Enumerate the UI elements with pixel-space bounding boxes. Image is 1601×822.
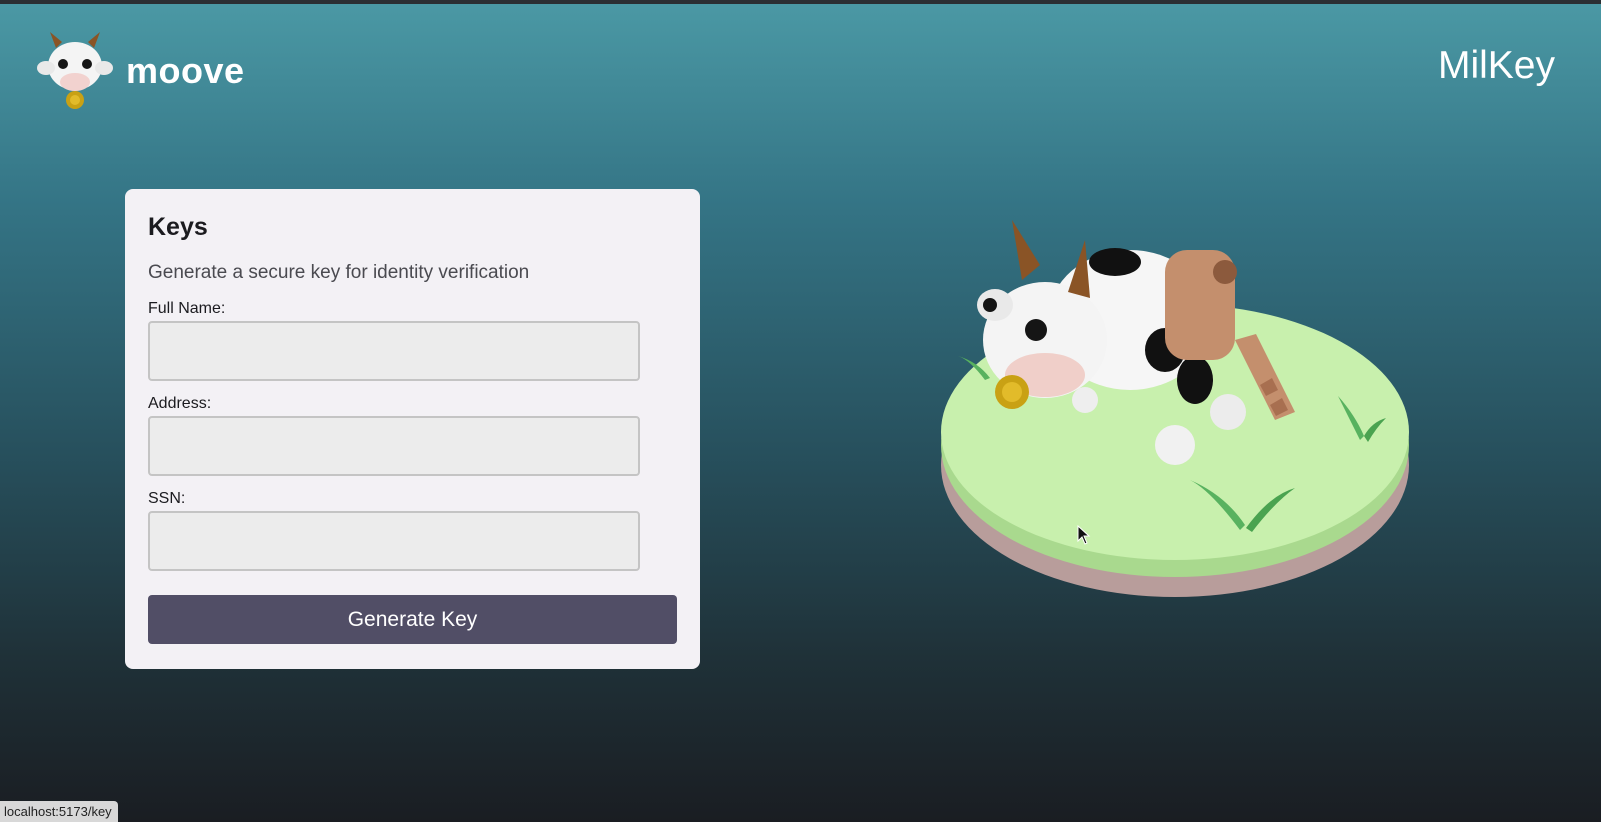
mouse-cursor-icon (1077, 524, 1091, 550)
ssn-input[interactable] (148, 511, 640, 571)
full-name-input[interactable] (148, 321, 640, 381)
brand-logo[interactable]: moove (36, 30, 245, 112)
form-subtitle: Generate a secure key for identity verif… (148, 262, 530, 283)
key-form-card: Keys Generate a secure key for identity … (125, 189, 700, 669)
cow-head-icon (36, 30, 114, 112)
brand-name: moove (126, 50, 245, 91)
address-input[interactable] (148, 416, 640, 476)
generate-key-button[interactable]: Generate Key (148, 595, 677, 644)
cow-with-key-illustration (940, 210, 1420, 635)
ssn-label: SSN: (148, 490, 186, 507)
form-title: Keys (148, 213, 208, 241)
window-top-border (0, 0, 1601, 4)
full-name-label: Full Name: (148, 300, 226, 317)
address-label: Address: (148, 395, 212, 412)
status-bar-url: localhost:5173/key (0, 801, 118, 822)
app-title: MilKey (1437, 44, 1555, 87)
